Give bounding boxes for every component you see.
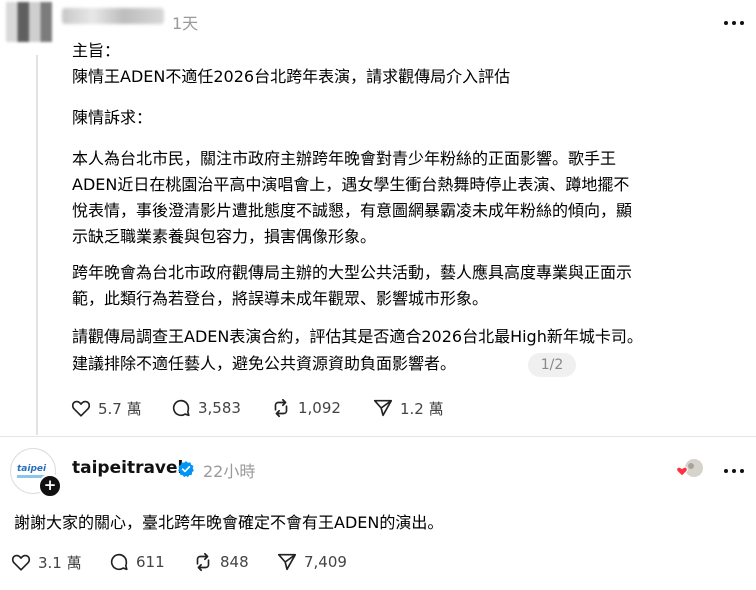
username-blurred[interactable]	[62, 8, 164, 24]
username[interactable]: taipeitravel	[72, 458, 183, 478]
repost-icon	[274, 398, 288, 418]
comment-button[interactable]: 3,583	[170, 397, 241, 419]
post-line: 陳情王ADEN不適任2026台北跨年表演，請求觀傳局介入評估	[72, 67, 511, 86]
comment-count: 611	[136, 553, 165, 571]
divider	[0, 436, 756, 437]
repost-count: 1,092	[298, 399, 341, 417]
post-line: 悅表情，事後澄清影片遭批態度不誠懇，有意圖網暴霸凌未成年粉絲的傾向，顯	[72, 201, 633, 220]
post-time: 22小時	[203, 462, 256, 481]
heart-icon	[11, 554, 31, 571]
thread-line	[36, 55, 38, 435]
comment-icon	[172, 399, 190, 417]
share-icon	[373, 399, 393, 417]
avatar-blurred[interactable]	[6, 2, 52, 42]
repost-button[interactable]: 848	[192, 551, 249, 573]
comment-count: 3,583	[198, 399, 241, 417]
post-line: ADEN近日在桃園治平高中演唱會上，遇女學生衝台熱舞時停止表演、蹲地擺不	[72, 175, 630, 194]
share-button[interactable]: 1.2 萬	[372, 397, 444, 419]
post-line: 請觀傳局調查王ADEN表演合約，評估其是否適合2026台北最High新年城卡司。	[72, 327, 643, 346]
like-button[interactable]: 3.1 萬	[10, 551, 82, 573]
share-count: 7,409	[304, 553, 347, 571]
post-line: 本人為台北市民，關注市政府主辦跨年晚會對青少年粉絲的正面影響。歌手王	[72, 149, 617, 168]
verified-badge-icon	[178, 461, 194, 478]
repost-icon	[196, 552, 210, 572]
post-line: 主旨：	[72, 41, 121, 60]
more-icon[interactable]	[722, 462, 746, 480]
share-button[interactable]: 7,409	[276, 551, 347, 573]
post-line: 示缺乏職業素養與包容力，損害偶像形象。	[72, 227, 377, 246]
comment-button[interactable]: 611	[108, 551, 165, 573]
plus-icon[interactable]: +	[38, 474, 62, 498]
share-icon	[277, 553, 297, 571]
repost-button[interactable]: 1,092	[270, 397, 341, 419]
share-count: 1.2 萬	[400, 399, 444, 418]
comment-icon	[110, 553, 128, 571]
more-icon[interactable]	[722, 14, 746, 32]
avatar-logo: taipei	[17, 464, 47, 474]
image-pager[interactable]: 1/2	[528, 353, 576, 377]
post-time: 1天	[172, 14, 199, 33]
post-line: 跨年晚會為台北市政府觀傳局主辦的大型公共活動，藝人應具高度專業與正面示	[72, 263, 633, 282]
post-line: 陳情訴求：	[72, 108, 153, 127]
repost-count: 848	[220, 553, 249, 571]
reactor-avatar-heart-icon[interactable]	[676, 458, 704, 480]
like-count: 3.1 萬	[38, 553, 82, 572]
heart-icon	[71, 400, 91, 417]
like-button[interactable]: 5.7 萬	[70, 397, 142, 419]
like-count: 5.7 萬	[98, 399, 142, 418]
post-text: 謝謝大家的關心，臺北跨年晚會確定不會有王ADEN的演出。	[14, 513, 444, 532]
post-line: 範，此類行為若登台，將誤導未成年觀眾、影響城市形象。	[72, 289, 489, 308]
post-line: 建議排除不適任藝人，避免公共資源資助負面影響者。	[72, 354, 457, 373]
